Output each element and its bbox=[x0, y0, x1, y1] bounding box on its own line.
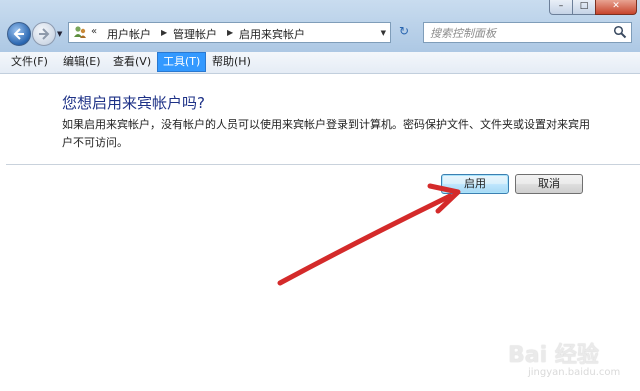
watermark-url: jingyan.baidu.com bbox=[528, 367, 621, 378]
watermark-logo-text: Bai 经验 bbox=[508, 343, 599, 368]
baidu-watermark: Bai 经验 jingyan.baidu.com bbox=[508, 337, 636, 387]
red-arrow-annotation bbox=[277, 183, 461, 286]
